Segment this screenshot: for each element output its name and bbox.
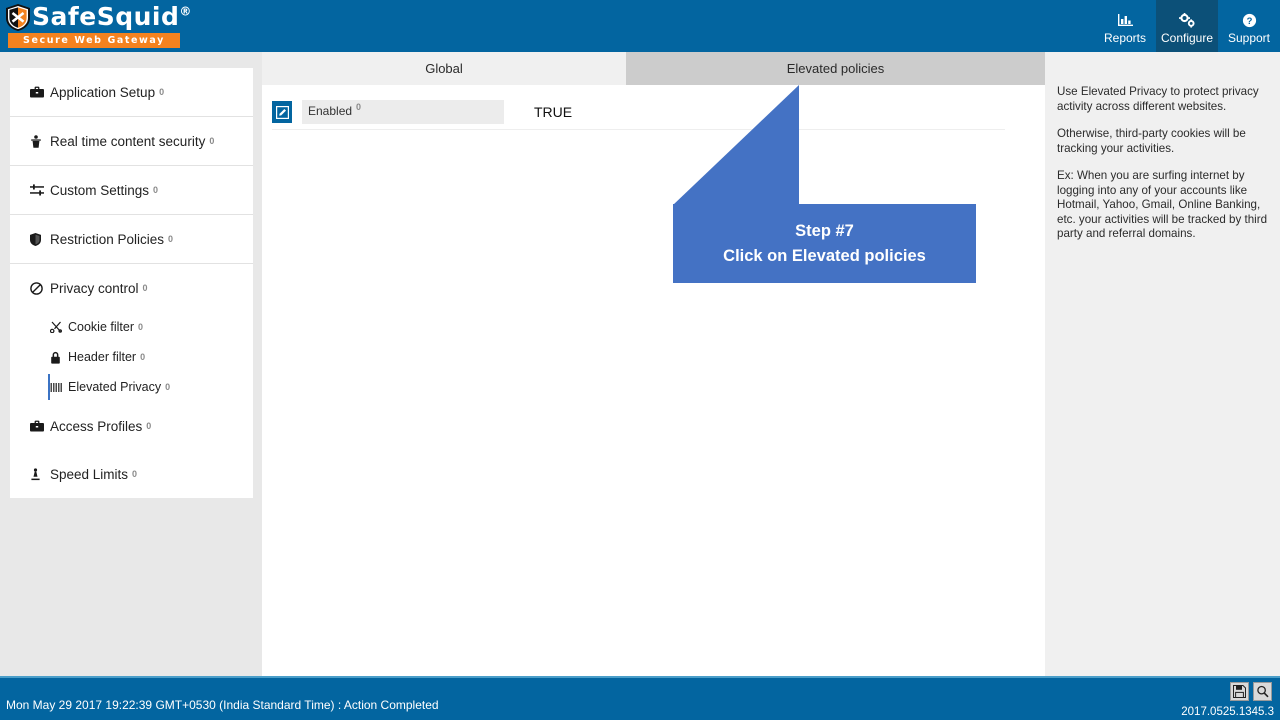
- no-entry-icon: [30, 281, 50, 295]
- help-panel: Use Elevated Privacy to protect privacy …: [1045, 52, 1280, 676]
- sidebar-label-speed-limits: Speed Limits: [50, 466, 129, 482]
- save-icon[interactable]: [1230, 682, 1249, 701]
- callout-step-7: Step #7 Click on Elevated policies: [673, 204, 976, 283]
- sidebar-item-cookie-filter[interactable]: Cookie filter 0: [10, 312, 253, 342]
- tab-global[interactable]: Global: [262, 52, 626, 85]
- shield-icon: [30, 232, 50, 246]
- field-value-enabled: TRUE: [534, 104, 573, 120]
- help-marker-icon[interactable]: 0: [209, 136, 214, 146]
- sidebar-group-privacy-control: Privacy control 0 Cookie filter 0 Header…: [10, 264, 253, 498]
- version-label: 2017.0525.1345.3: [1181, 706, 1274, 718]
- sidebar-item-application-setup[interactable]: Application Setup 0: [10, 68, 253, 116]
- status-bar-actions: [1230, 682, 1272, 701]
- help-marker-icon[interactable]: 0: [132, 469, 137, 479]
- tab-bar: Global Elevated policies: [262, 52, 1045, 85]
- shield-person-icon: [30, 134, 50, 148]
- sidebar-label-header-filter: Header filter: [68, 350, 137, 364]
- topnav-item-support[interactable]: ? Support: [1218, 0, 1280, 52]
- bars-icon: [50, 382, 68, 393]
- top-navigation: Reports Configure ? Support: [1094, 0, 1280, 52]
- brand-name-text: SafeSquid: [32, 2, 180, 31]
- sidebar-item-access-profiles[interactable]: Access Profiles 0: [10, 402, 253, 450]
- help-paragraph-1: Use Elevated Privacy to protect privacy …: [1057, 85, 1259, 113]
- app-root: SafeSquid® Secure Web Gateway Reports Co…: [0, 0, 1280, 720]
- sidebar-label-access-profiles: Access Profiles: [50, 418, 143, 434]
- edit-pencil-icon[interactable]: [272, 101, 292, 123]
- main-panel: Global Elevated policies Enabled 0 TRUE: [262, 52, 1045, 676]
- form-row-enabled: Enabled 0 TRUE: [272, 95, 1005, 130]
- topnav-label-support: Support: [1227, 31, 1271, 45]
- sidebar-label-elevated-privacy: Elevated Privacy: [68, 380, 162, 394]
- sidebar-item-header-filter[interactable]: Header filter 0: [10, 342, 253, 372]
- help-paragraph-2: Otherwise, third-party cookies will be t…: [1057, 127, 1246, 155]
- callout-line-2: Click on Elevated policies: [723, 246, 926, 265]
- callout-line-1: Step #7: [795, 221, 854, 240]
- svg-text:?: ?: [1246, 16, 1252, 27]
- brand-tagline: Secure Web Gateway: [8, 33, 180, 48]
- sidebar-item-elevated-privacy[interactable]: Elevated Privacy 0: [10, 372, 253, 402]
- scissors-icon: [50, 321, 68, 333]
- help-marker-icon[interactable]: 0: [159, 87, 164, 97]
- sidebar-group-custom-settings: Custom Settings 0: [10, 166, 253, 215]
- help-marker-icon[interactable]: 0: [168, 234, 173, 244]
- sidebar-label-application-setup: Application Setup: [50, 84, 156, 100]
- help-marker-icon[interactable]: 0: [140, 352, 145, 362]
- briefcase-icon: [30, 86, 50, 98]
- form-rows: Enabled 0 TRUE: [262, 95, 1045, 130]
- brand-logo[interactable]: SafeSquid® Secure Web Gateway: [4, 2, 192, 50]
- topnav-item-reports[interactable]: Reports: [1094, 0, 1156, 52]
- registered-mark: ®: [179, 4, 192, 19]
- tab-elevated-policies[interactable]: Elevated policies: [626, 52, 1045, 85]
- help-marker-icon[interactable]: 0: [146, 421, 151, 431]
- chart-icon: [1117, 11, 1134, 29]
- search-icon[interactable]: [1253, 682, 1272, 701]
- sidebar-label-cookie-filter: Cookie filter: [68, 320, 134, 334]
- field-label-enabled: Enabled 0: [302, 100, 504, 124]
- help-marker-icon[interactable]: 0: [165, 382, 170, 392]
- sidebar-item-privacy-control[interactable]: Privacy control 0: [10, 264, 253, 312]
- status-message: Mon May 29 2017 19:22:39 GMT+0530 (India…: [6, 698, 439, 712]
- help-marker-icon[interactable]: 0: [356, 103, 361, 112]
- sidebar-item-real-time-content-security[interactable]: Real time content security 0: [10, 117, 253, 165]
- gears-icon: [1178, 11, 1196, 29]
- help-marker-icon[interactable]: 0: [153, 185, 158, 195]
- topnav-label-configure: Configure: [1160, 31, 1214, 45]
- status-bar: Mon May 29 2017 19:22:39 GMT+0530 (India…: [0, 676, 1280, 720]
- sidebar-item-custom-settings[interactable]: Custom Settings 0: [10, 166, 253, 214]
- help-circle-icon: ?: [1242, 11, 1257, 29]
- sidebar-label-custom-settings: Custom Settings: [50, 182, 150, 198]
- help-paragraph-3: Ex: When you are surfing internet by log…: [1057, 169, 1268, 240]
- sidebar: Application Setup 0 Real time content se…: [10, 68, 253, 498]
- sidebar-label-privacy-control: Privacy control: [50, 280, 139, 296]
- sidebar-label-restriction-policies: Restriction Policies: [50, 231, 165, 247]
- sidebar-item-speed-limits[interactable]: Speed Limits 0: [10, 450, 253, 498]
- sidebar-item-restriction-policies[interactable]: Restriction Policies 0: [10, 215, 253, 263]
- gauge-icon: [30, 467, 50, 481]
- sidebar-group-application-setup: Application Setup 0: [10, 68, 253, 117]
- sidebar-group-restriction-policies: Restriction Policies 0: [10, 215, 253, 264]
- sidebar-label-real-time-content-security: Real time content security: [50, 133, 206, 149]
- topnav-label-reports: Reports: [1103, 31, 1147, 45]
- field-label-text: Enabled: [308, 104, 353, 118]
- help-marker-icon[interactable]: 0: [143, 283, 148, 293]
- sliders-icon: [30, 184, 50, 196]
- topnav-item-configure[interactable]: Configure: [1156, 0, 1218, 52]
- lock-icon: [50, 351, 68, 364]
- sidebar-group-real-time-content-security: Real time content security 0: [10, 117, 253, 166]
- brand-name: SafeSquid®: [32, 2, 192, 31]
- top-header: SafeSquid® Secure Web Gateway Reports Co…: [0, 0, 1280, 52]
- help-marker-icon[interactable]: 0: [138, 322, 143, 332]
- briefcase-icon: [30, 420, 50, 432]
- shield-logo-icon: [6, 4, 30, 31]
